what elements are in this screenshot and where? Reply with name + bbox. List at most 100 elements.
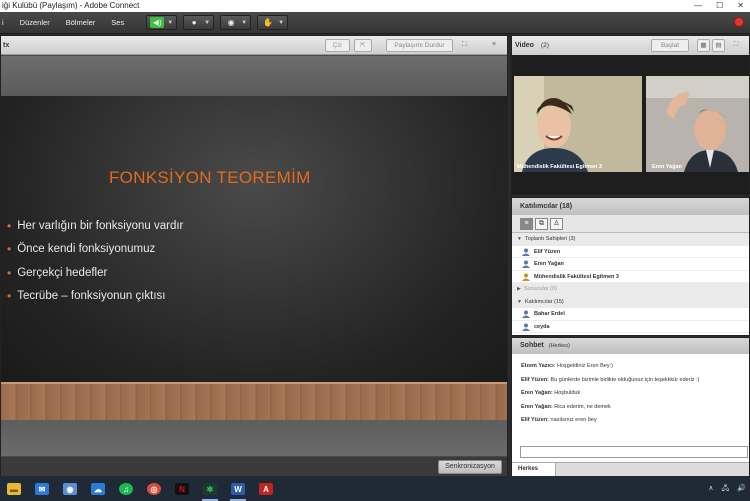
recording-indicator-icon[interactable] [734,17,744,27]
user-icon [522,323,530,331]
video-count: (2) [541,42,549,49]
raise-hand-icon: ✋ [263,18,274,27]
speaker-button[interactable]: ◀) ▼ [146,15,178,30]
chevron-down-icon[interactable]: ▼ [241,20,247,26]
chevron-down-icon[interactable]: ▼ [278,20,284,26]
status-view-icon[interactable]: ♙ [550,217,563,230]
grid-view-icon[interactable]: ▦ [697,39,710,52]
attendee-item[interactable]: Mühendislik Fakültesi Egitmen 3 [512,271,749,283]
chat-messages: Elzem Yazıcı: Hoşgeldiniz Eren Bey:) Eli… [512,354,749,428]
start-video-button[interactable]: Başlat [651,39,689,52]
adobe-connect-window: iği Kulübü (Paylaşım) - Adobe Connect — … [0,0,750,501]
chrome-taskbar-button[interactable]: ◎ [140,477,168,501]
microphone-button[interactable]: ● ▼ [183,15,215,30]
video-tile[interactable]: Eren Yağan [646,76,750,172]
menu-bar: i Düzenler Bölmeler Ses ◀) ▼ ● ▼ ◉ ▼ ✋ ▼ [0,12,750,34]
menu-meeting[interactable]: i [0,18,12,27]
adobe-connect-taskbar-button[interactable]: ✲ [196,477,224,501]
chat-input[interactable] [520,446,748,458]
netflix-taskbar-button[interactable]: N [168,477,196,501]
mail-taskbar-button[interactable]: ✉ [28,477,56,501]
chevron-up-icon[interactable]: ∧ [708,484,713,495]
chat-scope: (Herkes) [548,343,570,349]
attendee-item[interactable]: Bahar Erdel [512,308,749,321]
video-fullscreen-icon[interactable]: ⛶ [729,39,743,52]
slide-bullet: • Önce kendi fonksiyonumuz [7,242,156,257]
close-button[interactable]: ✕ [737,0,744,12]
chat-message: Elif Yüzen: Bu günlerde bizimle birlikte… [521,376,700,383]
mail-icon: ✉ [35,483,49,495]
chevron-down-icon[interactable]: ▼ [204,20,210,26]
draw-button[interactable]: Çiz [325,39,350,52]
title-bar: iği Kulübü (Paylaşım) - Adobe Connect — … [0,0,750,12]
slide-bullet: • Tecrübe – fonksiyonun çıktısı [7,289,166,304]
sync-button[interactable]: Senkronizasyon [438,460,502,474]
adobe-connect-icon: ✲ [203,483,217,495]
attendee-group-participants[interactable]: ▼ Katılımcılar (15) [512,295,749,308]
speaker-icon: ◀) [150,17,165,28]
acrobat-icon: A [259,483,273,495]
video-tile[interactable]: Mühendislik Fakültesi Egitmen 3 [514,76,642,172]
menu-pods[interactable]: Bölmeler [58,18,104,27]
share-pod-footer: Senkronizasyon [1,457,507,476]
pointer-button[interactable]: ⇱ [354,39,372,52]
onedrive-taskbar-button[interactable]: ☁ [84,477,112,501]
slide-title: FONKSİYON TEOREMİM [109,168,311,187]
spotify-taskbar-button[interactable]: ♫ [112,477,140,501]
acrobat-taskbar-button[interactable]: A [252,477,280,501]
spotify-icon: ♫ [119,483,133,495]
attendee-group-hosts[interactable]: ▼ Toplantı Sahipleri (3) [512,233,749,246]
participant-video-icon [514,76,642,172]
photos-taskbar-button[interactable]: ◉ [56,477,84,501]
file-explorer-taskbar-button[interactable]: ▬ [0,477,28,501]
slide-viewer: FONKSİYON TEOREMİM • Her varlığın bir fon… [1,56,507,456]
slide-bullet-list: • Her varlığın bir fonksiyonu vardır • Önc… [7,214,183,308]
user-icon [522,260,530,268]
slide-bullet: • Gerçekçi hedefler [7,265,108,280]
netflix-icon: N [175,483,189,495]
video-pod-title: Video [515,42,534,49]
word-icon: W [231,483,245,495]
maximize-button[interactable]: ☐ [716,0,723,12]
share-pod: tx Çiz ⇱ Paylaşımı Durdur ⛶ ≡ FONKSİYON … [0,35,508,476]
attendee-item[interactable]: Elif Yüzen [512,246,749,258]
folder-icon: ▬ [7,483,21,495]
chat-tab-everyone[interactable]: Herkes [512,463,556,476]
raise-hand-button[interactable]: ✋ ▼ [257,15,289,30]
presentation-slide: FONKSİYON TEOREMİM • Her varlığın bir fon… [1,56,507,456]
stop-sharing-button[interactable]: Paylaşımı Durdur [386,39,453,52]
volume-icon[interactable]: 🔊 [737,484,746,495]
video-pod: Video (2) Başlat ▦ ▤ ⛶ Mühendislik Fakül… [511,35,750,195]
chevron-down-icon[interactable]: ▼ [167,20,173,26]
chevron-right-icon: ▶ [517,286,521,292]
attendee-item[interactable]: Eren Yağan [512,258,749,271]
window-title: iği Kulübü (Paylaşım) - Adobe Connect [2,1,140,10]
network-icon[interactable]: 🖧 [721,484,729,495]
chat-pod: Sohbet (Herkes) Elzem Yazıcı: Hoşgeldiniz… [511,337,750,476]
wood-floor-graphic [1,384,507,420]
share-pod-header: tx Çiz ⇱ Paylaşımı Durdur ⛶ ≡ [1,36,507,55]
chat-message: Elzem Yazıcı: Hoşgeldiniz Eren Bey:) [521,363,613,369]
photos-icon: ◉ [63,483,77,495]
share-pod-title: tx [3,42,10,49]
attendee-item[interactable]: ceyda [512,321,749,333]
microphone-icon: ● [191,18,197,27]
chat-message: Eren Yağan: Rica ederim, ne demek [521,403,611,410]
cloud-icon: ☁ [91,483,105,495]
webcam-icon: ◉ [227,18,235,27]
attendee-group-presenters[interactable]: ▶ Sunucular (0) [512,283,749,296]
fullscreen-icon[interactable]: ⛶ [458,39,471,52]
breakout-view-icon[interactable]: ⧉ [535,217,548,230]
chat-message: Eren Yağan: Hoşbulduk [521,390,581,396]
video-tile-name: Eren Yağan [652,164,682,170]
list-view-icon[interactable]: ≡ [520,217,533,230]
word-taskbar-button[interactable]: W [224,477,252,501]
user-webcam-icon [522,273,530,281]
attendees-toolbar: ≡ ⧉ ♙ [512,215,749,233]
pod-menu-icon[interactable]: ≡ [487,39,501,52]
webcam-button[interactable]: ◉ ▼ [220,15,252,30]
filmstrip-view-icon[interactable]: ▤ [712,39,725,52]
menu-layouts[interactable]: Düzenler [12,18,58,27]
minimize-button[interactable]: — [694,0,702,12]
menu-audio[interactable]: Ses [103,18,132,27]
